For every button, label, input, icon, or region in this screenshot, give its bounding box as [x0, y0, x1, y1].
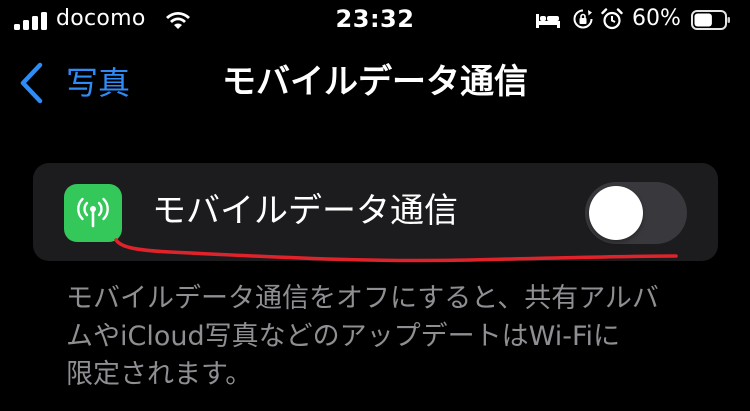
rotation-lock-icon — [573, 9, 593, 29]
cellular-antenna-icon — [64, 184, 122, 242]
page-title: モバイルデータ通信 — [222, 62, 528, 102]
settings-group: モバイルデータ通信 — [33, 163, 718, 261]
mobile-data-toggle[interactable] — [585, 182, 687, 244]
alarm-icon — [601, 8, 623, 30]
section-footer-text: モバイルデータ通信をオフにすると、共有アルバ ムやiCloud写真などのアップデ… — [66, 280, 706, 394]
mobile-data-label: モバイルデータ通信 — [152, 191, 458, 231]
bed-icon — [536, 14, 560, 28]
footer-line-2: ムやiCloud写真などのアップデートはWi-Fiに — [66, 321, 621, 352]
battery-level-fill — [694, 13, 712, 27]
footer-line-3: 限定されます。 — [66, 359, 253, 390]
navigation-bar: 写真 モバイルデータ通信 — [0, 42, 750, 124]
battery-icon — [691, 10, 730, 30]
footer-line-1: モバイルデータ通信をオフにすると、共有アルバ — [66, 283, 659, 314]
toggle-knob — [589, 186, 643, 240]
battery-percentage: 60% — [632, 6, 681, 31]
status-bar: docomo 23:32 60% — [0, 0, 750, 42]
